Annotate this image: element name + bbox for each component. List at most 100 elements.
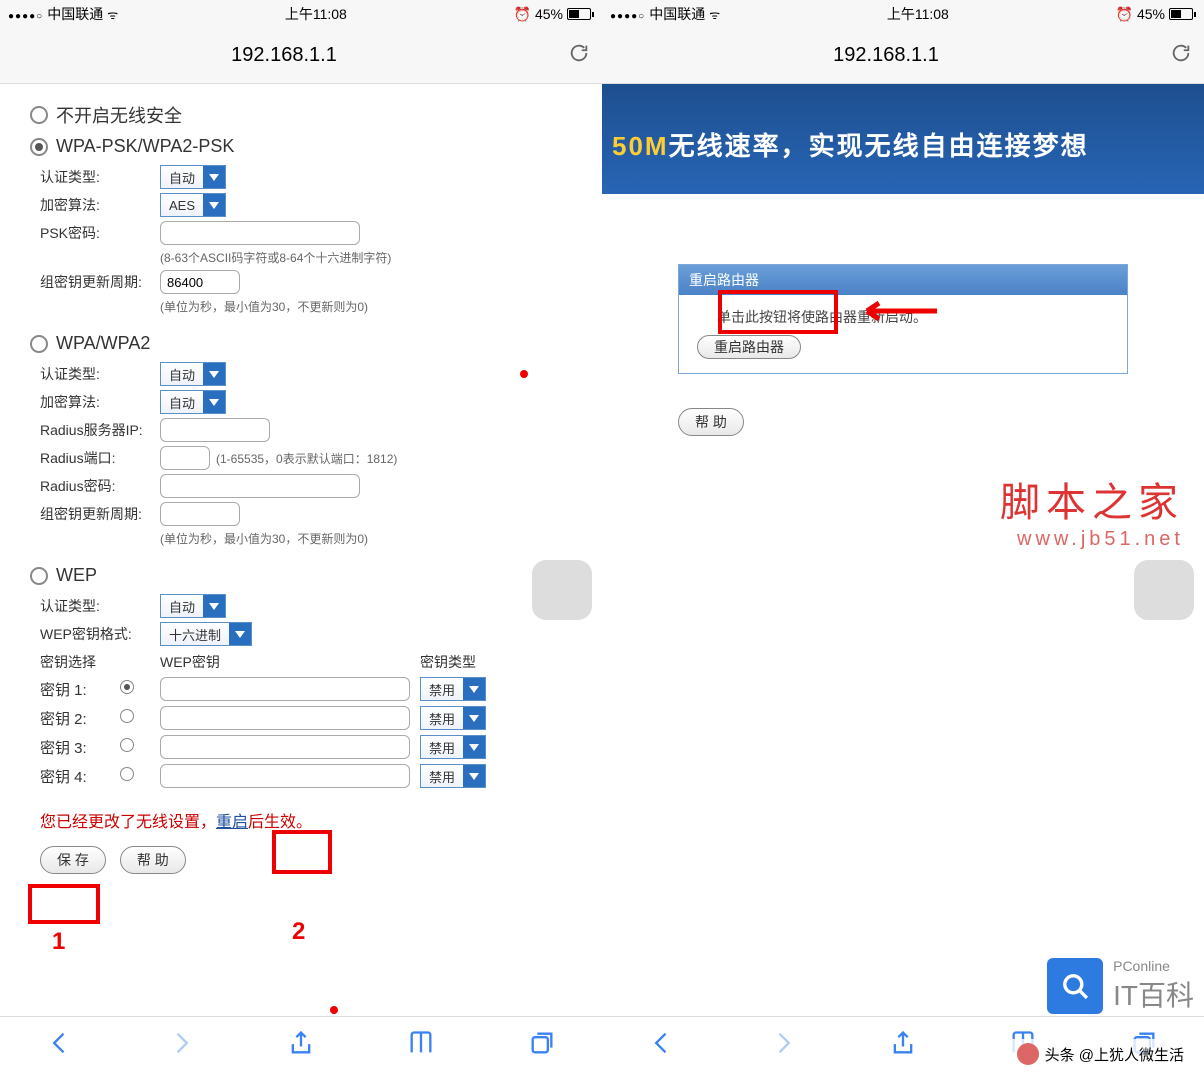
wep-format-select[interactable]: 十六进制 (160, 622, 252, 646)
signal-dots-icon (8, 6, 43, 22)
group-key-input-2[interactable] (160, 502, 240, 526)
label-wep: WEP (56, 565, 97, 586)
tabs-icon[interactable] (528, 1029, 556, 1062)
banner-slogan: 无线速率，实现无线自由连接梦想 (669, 131, 1089, 161)
chevron-down-icon (463, 736, 485, 758)
chevron-down-icon (203, 391, 225, 413)
battery-icon (1169, 8, 1196, 20)
assistive-touch-icon[interactable] (532, 560, 592, 620)
wep-key1-radio[interactable] (120, 680, 134, 694)
help-button[interactable]: 帮 助 (120, 846, 186, 874)
forward-icon[interactable] (769, 1029, 797, 1062)
chevron-down-icon (203, 595, 225, 617)
status-bar: 中国联通 ᯤ 上午11:08 ⏰ 45% (602, 0, 1204, 28)
auth-type-select-3[interactable]: 自动 (160, 594, 226, 618)
banner-speed: 50M (612, 131, 669, 161)
wep-key4-radio[interactable] (120, 767, 134, 781)
refresh-icon[interactable] (1170, 42, 1192, 69)
router-banner: 50M无线速率，实现无线自由连接梦想 (602, 84, 1204, 194)
label-wpa-psk: WPA-PSK/WPA2-PSK (56, 136, 234, 157)
wep-key3-type-select[interactable]: 禁用 (420, 735, 486, 759)
chevron-down-icon (463, 765, 485, 787)
pconline-logo: PConline IT百科 (1047, 958, 1194, 1014)
wep-key2-type-select[interactable]: 禁用 (420, 706, 486, 730)
bookmarks-icon[interactable] (407, 1029, 435, 1062)
enc-algo-label: 加密算法: (40, 195, 160, 215)
enc-algo-select-2[interactable]: 自动 (160, 390, 226, 414)
red-dot-icon (330, 1006, 338, 1014)
radius-pwd-input[interactable] (160, 474, 360, 498)
footer-attribution: 头条 @上犹人微生活 (1007, 1039, 1194, 1069)
restart-link[interactable]: 重启 (216, 814, 248, 831)
wep-key2-input[interactable] (160, 706, 410, 730)
auth-type-label: 认证类型: (40, 167, 160, 187)
col-key-type: 密钥类型 (420, 652, 476, 672)
carrier-label: 中国联通 (649, 4, 705, 24)
reboot-button[interactable]: 重启路由器 (697, 335, 801, 359)
help-button[interactable]: 帮 助 (678, 408, 744, 436)
share-icon[interactable] (287, 1029, 315, 1062)
avatar-icon (1017, 1043, 1039, 1065)
chevron-down-icon (203, 194, 225, 216)
radius-port-hint: (1-65535，0表示默认端口：1812) (216, 450, 397, 467)
label-wpa-wpa2: WPA/WPA2 (56, 333, 150, 354)
radio-disable-security[interactable] (30, 106, 48, 124)
group-key-input[interactable] (160, 270, 240, 294)
label-disable-security: 不开启无线安全 (56, 102, 182, 128)
safari-toolbar (0, 1016, 602, 1074)
annotation-number-2: 2 (292, 918, 305, 946)
forward-icon[interactable] (167, 1029, 195, 1062)
refresh-icon[interactable] (568, 42, 590, 69)
chevron-down-icon (463, 678, 485, 700)
annotation-arrow-icon (852, 296, 942, 326)
carrier-label: 中国联通 (47, 4, 103, 24)
address-bar[interactable]: 192.168.1.1 (0, 28, 602, 84)
phone-right: 中国联通 ᯤ 上午11:08 ⏰ 45% 192.168.1.1 50M无线速率… (602, 0, 1204, 1074)
wep-key3-radio[interactable] (120, 738, 134, 752)
wifi-icon: ᯤ (107, 6, 118, 23)
group-key-label: 组密钥更新周期: (40, 272, 160, 292)
chevron-down-icon (229, 623, 251, 645)
watermark-jb51: 脚本之家 www.jb51.net (1000, 470, 1184, 551)
psk-password-label: PSK密码: (40, 223, 160, 243)
radius-ip-label: Radius服务器IP: (40, 420, 160, 440)
restart-warning: 您已经更改了无线设置，重启后生效。 (40, 808, 578, 832)
red-dot-icon (520, 370, 528, 378)
back-icon[interactable] (648, 1029, 676, 1062)
wep-key3-input[interactable] (160, 735, 410, 759)
auth-type-select[interactable]: 自动 (160, 165, 226, 189)
wep-key4-type-select[interactable]: 禁用 (420, 764, 486, 788)
wep-key4-input[interactable] (160, 764, 410, 788)
auth-type-select-2[interactable]: 自动 (160, 362, 226, 386)
url-text: 192.168.1.1 (12, 44, 556, 67)
chevron-down-icon (463, 707, 485, 729)
radius-port-input[interactable] (160, 446, 210, 470)
col-wep-key: WEP密钥 (160, 652, 420, 672)
phone-left: 中国联通 ᯤ 上午11:08 ⏰ 45% 192.168.1.1 不开启无线安全… (0, 0, 602, 1074)
radio-wpa-psk[interactable] (30, 138, 48, 156)
back-icon[interactable] (46, 1029, 74, 1062)
wep-key1-input[interactable] (160, 677, 410, 701)
radio-wep[interactable] (30, 567, 48, 585)
status-time: 上午11:08 (285, 4, 347, 24)
enc-algo-select[interactable]: AES (160, 193, 226, 217)
alarm-icon: ⏰ (1116, 6, 1133, 23)
psk-password-input[interactable] (160, 221, 360, 245)
wep-key1-type-select[interactable]: 禁用 (420, 677, 486, 701)
wep-key2-radio[interactable] (120, 709, 134, 723)
chevron-down-icon (203, 166, 225, 188)
annotation-box-reboot (718, 290, 838, 334)
address-bar[interactable]: 192.168.1.1 (602, 28, 1204, 84)
radius-ip-input[interactable] (160, 418, 270, 442)
assistive-touch-icon[interactable] (1134, 560, 1194, 620)
save-button[interactable]: 保 存 (40, 846, 106, 874)
radius-port-label: Radius端口: (40, 448, 160, 468)
annotation-box-restart (272, 830, 332, 874)
group-key-hint: (单位为秒，最小值为30，不更新则为0) (160, 298, 578, 315)
alarm-icon: ⏰ (514, 6, 531, 23)
share-icon[interactable] (889, 1029, 917, 1062)
col-key-select: 密钥选择 (40, 652, 160, 672)
radio-wpa-wpa2[interactable] (30, 335, 48, 353)
status-time: 上午11:08 (887, 4, 949, 24)
annotation-box-save (28, 884, 100, 924)
